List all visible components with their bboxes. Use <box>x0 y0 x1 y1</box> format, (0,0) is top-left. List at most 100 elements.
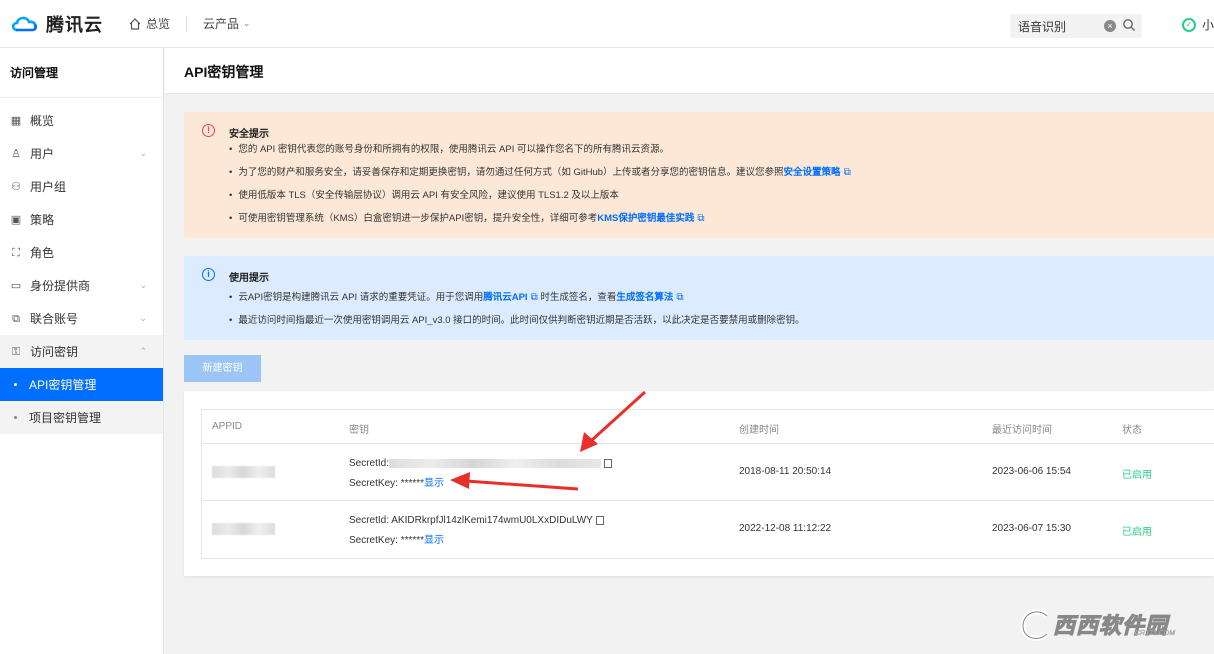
brand-name: 腾讯云 <box>46 14 103 35</box>
info-icon: i <box>202 268 215 281</box>
sidebar-item-label: 概览 <box>30 114 55 128</box>
keys-table-card: APPID 密钥 创建时间 最近访问时间 状态 SecretId: Secret… <box>184 391 1214 576</box>
sidebar-item-user-groups[interactable]: ⚇ 用户组 <box>0 170 163 203</box>
account-status-icon: ✓ <box>1182 17 1196 32</box>
security-notice-title: 安全提示 <box>229 129 269 140</box>
secret-id: SecretId: <box>349 458 613 469</box>
sidebar-item-identity-providers[interactable]: ▭ 身份提供商 ⌄ <box>0 269 163 302</box>
grid-icon: ▦ <box>10 114 22 127</box>
external-link-icon[interactable]: ⧉ <box>676 290 683 305</box>
security-notice-item: 可使用密钥管理系统（KMS）白盒密钥进一步保护API密钥，提升安全性，详细可参考… <box>229 211 851 234</box>
column-header-appid: APPID <box>212 421 243 432</box>
chevron-down-icon: ⌄ <box>243 18 251 28</box>
sidebar-item-label: 项目密钥管理 <box>29 411 102 425</box>
sidebar-item-label: 角色 <box>30 246 55 260</box>
status-badge: 已启用 <box>1122 527 1152 538</box>
nav-products-label: 云产品 <box>203 17 240 31</box>
page-title: API密钥管理 <box>184 64 264 80</box>
column-header-last-access: 最近访问时间 <box>992 425 1052 436</box>
user-icon: ♙ <box>11 147 21 160</box>
security-notice-item: 为了您的财产和服务安全，请妥善保存和定期更换密钥，请勿通过任何方式（如 GitH… <box>229 165 851 188</box>
user-menu[interactable]: ✓ 小 <box>1182 16 1214 33</box>
last-access-time: 2023-06-07 15:30 <box>992 523 1071 534</box>
security-notice-item: 使用低版本 TLS（安全传输层协议）调用云 API 有安全风险，建议使用 TLS… <box>229 188 851 211</box>
secret-id: SecretId: AKIDRkrpfJl14zlKemi174wmU0LXxD… <box>349 515 604 526</box>
clear-icon[interactable]: × <box>1104 20 1116 32</box>
sidebar-subitem-api-keys[interactable]: API密钥管理 <box>0 368 163 401</box>
sidebar: 访问管理 ▦ 概览 ♙ 用户 ⌄ ⚇ 用户组 ▣ 策略 ⛶ 角色 ▭ 身份提供商… <box>0 48 164 654</box>
table-row: SecretId: SecretKey: ******显示 2018-08-11… <box>202 444 1214 501</box>
federated-icon: ⧉ <box>12 312 20 325</box>
secret-id-redacted <box>389 458 602 468</box>
user-group-icon: ⚇ <box>11 180 21 193</box>
external-link-icon[interactable]: ⧉ <box>531 290 538 305</box>
sidebar-item-policies[interactable]: ▣ 策略 <box>0 203 163 236</box>
table-header: APPID 密钥 创建时间 最近访问时间 状态 <box>202 410 1214 444</box>
usage-notice-item: 最近访问时间指最近一次使用密钥调用云 API_v3.0 接口的时间。此时间仅供判… <box>229 313 804 336</box>
nav-overview[interactable]: 总览 <box>129 15 170 32</box>
chevron-down-icon: ⌄ <box>139 280 147 290</box>
sidebar-item-overview[interactable]: ▦ 概览 <box>0 104 163 137</box>
appid-redacted <box>212 523 275 535</box>
nav-products-dropdown[interactable]: 云产品 ⌄ <box>203 15 251 32</box>
top-nav-bar: 腾讯云 总览 云产品 ⌄ 语音识别 × ✓ 小 <box>0 0 1214 48</box>
kms-best-practice-link[interactable]: KMS保护密钥最佳实践 <box>597 213 694 224</box>
key-icon: ⚿ <box>11 345 21 358</box>
new-key-button[interactable]: 新建密钥 <box>184 355 261 382</box>
sidebar-item-label: 身份提供商 <box>30 279 91 293</box>
sidebar-subitem-project-keys[interactable]: 项目密钥管理 <box>0 401 163 434</box>
search-input[interactable]: 语音识别 × <box>1010 14 1142 38</box>
sidebar-item-label: 访问密钥 <box>30 345 79 359</box>
sidebar-item-access-keys[interactable]: ⚿ 访问密钥 ⌃ <box>0 335 163 368</box>
sidebar-item-label: API密钥管理 <box>29 378 97 392</box>
secret-key: SecretKey: ******显示 <box>349 478 445 489</box>
chevron-down-icon: ⌄ <box>139 313 147 323</box>
created-time: 2018-08-11 20:50:14 <box>739 466 832 477</box>
watermark-swirl-icon <box>1020 609 1049 641</box>
copy-icon[interactable] <box>604 458 613 468</box>
external-link-icon[interactable]: ⧉ <box>844 165 851 180</box>
page-header: API密钥管理 <box>165 48 1214 94</box>
nav-divider <box>186 15 188 32</box>
sidebar-item-label: 用户组 <box>30 180 67 194</box>
usage-notice: i 使用提示 云API密钥是构建腾讯云 API 请求的重要凭证。用于您调用腾讯云… <box>184 256 1214 340</box>
signature-algorithm-link[interactable]: 生成签名算法 <box>616 292 673 303</box>
nav-overview-label: 总览 <box>146 17 171 31</box>
table-row: SecretId: AKIDRkrpfJl14zlKemi174wmU0LXxD… <box>202 501 1214 558</box>
brand-logo[interactable]: 腾讯云 <box>10 11 103 37</box>
security-settings-link[interactable]: 安全设置策略 <box>784 167 841 178</box>
warning-icon: ! <box>202 124 215 137</box>
user-name: 小 <box>1202 18 1214 32</box>
sidebar-item-federated-accounts[interactable]: ⧉ 联合账号 ⌄ <box>0 302 163 335</box>
sidebar-title: 访问管理 <box>0 48 163 98</box>
usage-notice-item: 云API密钥是构建腾讯云 API 请求的重要凭证。用于您调用腾讯云API⧉ 时生… <box>229 290 805 313</box>
show-secret-key-link[interactable]: 显示 <box>424 478 444 489</box>
copy-icon[interactable] <box>595 515 604 525</box>
last-access-time: 2023-06-06 15:54 <box>992 466 1071 477</box>
chevron-down-icon: ⌄ <box>139 148 147 158</box>
appid-redacted <box>212 466 275 478</box>
sidebar-item-users[interactable]: ♙ 用户 ⌄ <box>0 137 163 170</box>
search-icon[interactable] <box>1122 18 1136 32</box>
keys-table: APPID 密钥 创建时间 最近访问时间 状态 SecretId: Secret… <box>201 409 1214 559</box>
show-secret-key-link[interactable]: 显示 <box>424 535 444 546</box>
sidebar-item-roles[interactable]: ⛶ 角色 <box>0 236 163 269</box>
sidebar-group-access-keys: ⚿ 访问密钥 ⌃ API密钥管理 项目密钥管理 <box>0 335 163 434</box>
idp-icon: ▭ <box>10 279 22 292</box>
external-link-icon[interactable]: ⧉ <box>697 211 704 226</box>
policy-icon: ▣ <box>10 213 22 226</box>
column-header-status: 状态 <box>1122 425 1142 436</box>
tencent-cloud-logo-icon <box>11 16 38 31</box>
security-notice: ! 安全提示 您的 API 密钥代表您的账号身份和所拥有的权限，使用腾讯云 AP… <box>184 112 1214 238</box>
sidebar-item-label: 策略 <box>30 213 55 227</box>
search-input-value: 语音识别 <box>1018 19 1067 34</box>
created-time: 2022-12-08 11:12:22 <box>739 523 832 534</box>
role-icon: ⛶ <box>12 246 20 259</box>
secret-id-value: AKIDRkrpfJl14zlKemi174wmU0LXxDIDuLWY <box>391 515 593 526</box>
watermark-subtext: CR173.COM <box>1135 630 1176 637</box>
column-header-key: 密钥 <box>349 425 369 436</box>
security-notice-item: 您的 API 密钥代表您的账号身份和所拥有的权限，使用腾讯云 API 可以操作您… <box>229 142 851 165</box>
cloud-api-link[interactable]: 腾讯云API <box>483 292 527 303</box>
column-header-created: 创建时间 <box>739 425 779 436</box>
home-icon <box>129 17 141 30</box>
